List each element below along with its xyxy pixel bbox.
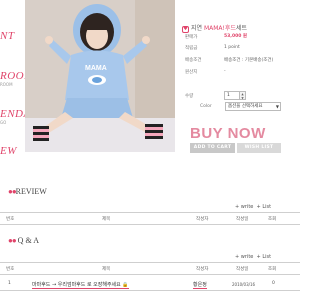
sidebar-item-1[interactable]: NT (0, 30, 14, 42)
row-views: 0 (272, 281, 275, 286)
sidebar-item-label: NT (0, 30, 15, 42)
quantity-input[interactable]: 1 (224, 91, 240, 100)
review-list-link[interactable]: + List (257, 204, 272, 210)
chevron-down-icon: ▼ (275, 104, 279, 109)
price-label: 판매가 (185, 35, 198, 40)
shipping-label: 배송조건 (185, 58, 202, 63)
column-header-views: 조회 (268, 217, 277, 222)
divider (0, 290, 300, 291)
quantity-stepper[interactable]: ▲ ▼ (240, 91, 246, 100)
column-header-no: 번호 (6, 267, 15, 272)
qna-heading: ●● Q & A (8, 236, 40, 245)
qna-links: + write + List (235, 254, 271, 260)
column-header-date: 작성일 (236, 217, 249, 222)
dots-icon: ●● (8, 187, 17, 196)
divider (0, 224, 300, 225)
add-to-cart-button[interactable]: ADD TO CART (190, 143, 235, 153)
row-number: 1 (8, 281, 11, 286)
sidebar-item-label: EW (0, 145, 17, 157)
product-photo[interactable]: MAMA (25, 0, 175, 152)
review-write-link[interactable]: + write (235, 204, 253, 210)
origin-label: 원산지 (185, 70, 198, 75)
dots-icon: ●● (8, 236, 17, 245)
divider (0, 262, 300, 263)
column-header-subject: 제목 (102, 267, 111, 272)
color-select-value: 옵션을 선택하세요 (228, 104, 263, 109)
points-label: 적립금 (185, 46, 198, 51)
column-header-date: 작성일 (236, 267, 249, 272)
quantity-label: 수량 (185, 94, 194, 99)
heart-icon[interactable]: ♥ (182, 26, 189, 33)
qna-list-link[interactable]: + List (257, 254, 272, 260)
color-select[interactable]: 옵션을 선택하세요 ▼ (225, 102, 281, 111)
column-header-subject: 제목 (102, 217, 111, 222)
divider (0, 274, 300, 275)
points-value: 1 point (224, 45, 240, 50)
wish-list-button[interactable]: WISH LIST (237, 143, 281, 153)
column-header-views: 조회 (268, 267, 277, 272)
column-header-no: 번호 (6, 217, 15, 222)
table-row-subject-link[interactable]: 마마후드 → 우리엄마후드 로 오장해주세요 🔒 (32, 281, 129, 289)
review-links: + write + List (235, 204, 271, 210)
column-header-author: 작성자 (196, 267, 209, 272)
column-header-author: 작성자 (196, 217, 209, 222)
divider (0, 212, 300, 213)
color-label: Color (200, 104, 212, 109)
row-author: 황은정 (193, 282, 207, 289)
product-name: ♥ 지연 MAMA!후드세트 (182, 25, 248, 33)
svg-text:MAMA: MAMA (85, 65, 107, 72)
sidebar-item-2-sub: ROOM (0, 82, 13, 87)
shipping-value: 배송조건 : 기본배송(조건) (224, 58, 274, 63)
row-date: 2010/03/16 (232, 282, 256, 287)
review-heading: ●●REVIEW (8, 187, 47, 196)
sidebar-item-4[interactable]: EW (0, 145, 17, 157)
qna-write-link[interactable]: + write (235, 254, 253, 260)
origin-value: - (224, 69, 226, 74)
sidebar-item-3-sub: GO (0, 120, 7, 125)
price-value: 53,000 원 (224, 34, 248, 39)
buy-now-button[interactable]: BUY NOW (190, 125, 266, 142)
